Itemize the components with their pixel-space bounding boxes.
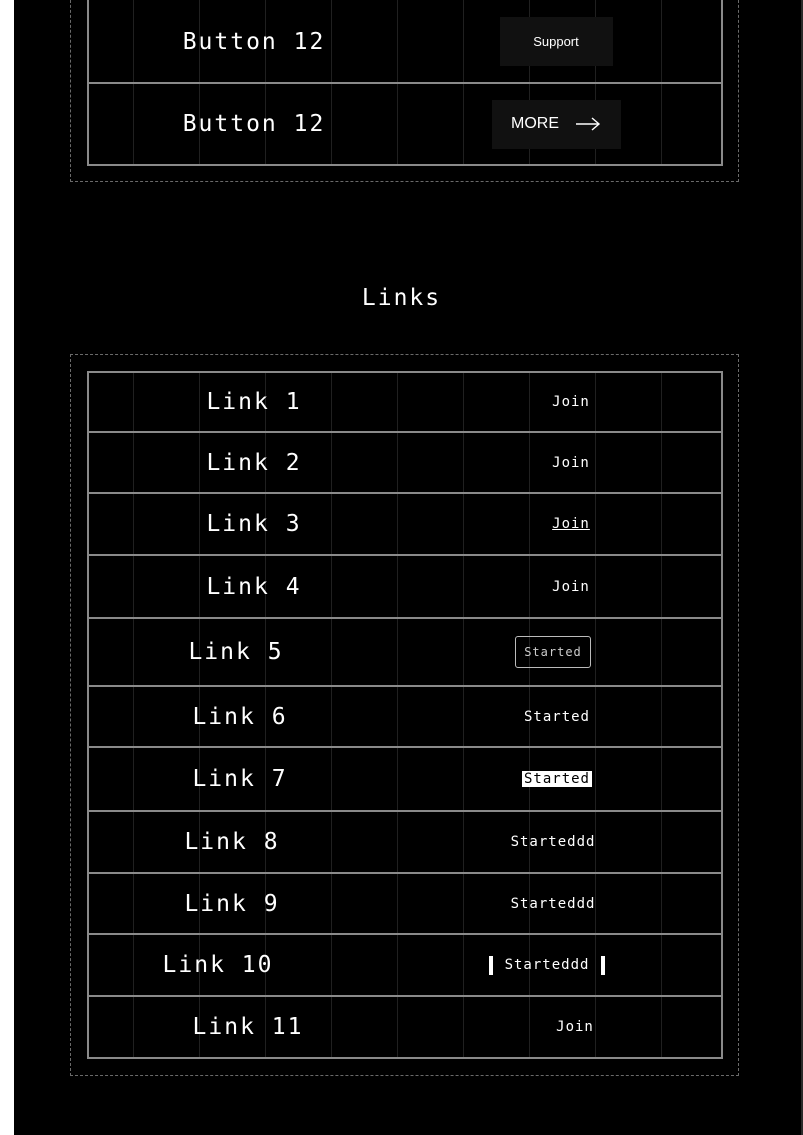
- row-label-cell: Link 10: [53, 935, 383, 995]
- join-link[interactable]: Join: [552, 455, 590, 471]
- join-link[interactable]: Join: [556, 1019, 594, 1035]
- link-row-label: Link 11: [192, 1014, 304, 1040]
- row-label-cell: Link 11: [83, 997, 413, 1057]
- links-panel: Link 1 Join Link 2 Join Link 3 Join Link…: [70, 354, 739, 1076]
- button-row-label: Button 12: [182, 111, 326, 137]
- table-row: Link 9 Starteddd: [89, 874, 721, 935]
- table-row: Button 12 MORE: [89, 84, 721, 166]
- started-link-outlined[interactable]: Started: [515, 636, 591, 668]
- link-row-label: Link 4: [206, 573, 302, 600]
- right-bar-marker: [601, 955, 606, 975]
- link-row-label: Link 9: [184, 890, 280, 917]
- starteddd-link-label: Starteddd: [504, 957, 590, 973]
- starteddd-link[interactable]: Starteddd: [511, 896, 596, 912]
- row-action-cell: Started: [401, 619, 705, 685]
- row-action-cell: Starteddd: [401, 874, 705, 933]
- table-row: Link 7 Started: [89, 748, 721, 812]
- table-row: Link 11 Join: [89, 997, 721, 1059]
- table-row: Link 2 Join: [89, 433, 721, 494]
- starteddd-link-bracketed[interactable]: Starteddd: [488, 955, 606, 975]
- table-row: Link 5 Started: [89, 619, 721, 687]
- button-row-label: Button 12: [182, 28, 326, 55]
- row-label-cell: Link 9: [67, 874, 397, 933]
- more-button-label: MORE: [511, 115, 559, 132]
- join-link-underlined[interactable]: Join: [552, 516, 590, 532]
- link-row-label: Link 3: [206, 511, 302, 537]
- table-row: Link 10 Starteddd: [89, 935, 721, 997]
- row-action-cell: Join: [419, 373, 723, 431]
- join-link[interactable]: Join: [552, 579, 590, 595]
- row-action-cell: Join: [423, 997, 727, 1057]
- row-action-cell: Started: [405, 748, 709, 810]
- link-row-label: Link 8: [184, 829, 280, 855]
- arrow-right-icon: [576, 117, 601, 131]
- started-link[interactable]: Started: [524, 709, 590, 725]
- more-button[interactable]: MORE: [491, 99, 621, 149]
- buttons-panel: Button 12 Support Button 12 MORE: [70, 0, 739, 182]
- left-rail: [0, 0, 22, 1135]
- row-label-cell: Link 3: [89, 494, 419, 554]
- left-bar-marker: [488, 955, 493, 975]
- row-action-cell: Starteddd: [395, 935, 699, 995]
- row-action-cell: MORE: [419, 84, 723, 164]
- starteddd-link[interactable]: Starteddd: [511, 834, 596, 850]
- row-label-cell: Button 12: [89, 0, 419, 82]
- link-row-label: Link 2: [206, 449, 302, 476]
- row-action-cell: Join: [419, 556, 723, 617]
- row-action-cell: Started: [405, 687, 709, 746]
- link-row-label: Link 7: [192, 766, 288, 792]
- support-button-label: Support: [533, 34, 579, 49]
- row-label-cell: Link 5: [71, 619, 401, 685]
- links-table: Link 1 Join Link 2 Join Link 3 Join Link…: [87, 371, 723, 1059]
- row-label-cell: Link 4: [89, 556, 419, 617]
- buttons-table: Button 12 Support Button 12 MORE: [87, 0, 723, 166]
- link-row-label: Link 5: [188, 639, 284, 665]
- started-link-highlighted[interactable]: Started: [521, 771, 592, 787]
- row-label-cell: Button 12: [89, 84, 419, 164]
- table-row: Button 12 Support: [89, 0, 721, 84]
- table-row: Link 8 Starteddd: [89, 812, 721, 874]
- support-button[interactable]: Support: [499, 17, 613, 66]
- row-label-cell: Link 8: [67, 812, 397, 872]
- row-action-cell: Join: [419, 494, 723, 554]
- join-link[interactable]: Join: [552, 394, 590, 410]
- table-row: Link 1 Join: [89, 371, 721, 433]
- link-row-label: Link 6: [192, 703, 288, 730]
- row-label-cell: Link 1: [89, 373, 419, 431]
- row-action-cell: Support: [419, 0, 723, 82]
- row-action-cell: Join: [419, 433, 723, 492]
- link-row-label: Link 1: [206, 389, 302, 415]
- row-label-cell: Link 7: [75, 748, 405, 810]
- section-title-links: Links: [361, 285, 442, 311]
- row-label-cell: Link 6: [75, 687, 405, 746]
- row-label-cell: Link 2: [89, 433, 419, 492]
- table-row: Link 4 Join: [89, 556, 721, 619]
- table-row: Link 6 Started: [89, 687, 721, 748]
- link-row-label: Link 10: [162, 952, 274, 978]
- table-row: Link 3 Join: [89, 494, 721, 556]
- row-action-cell: Starteddd: [401, 812, 705, 872]
